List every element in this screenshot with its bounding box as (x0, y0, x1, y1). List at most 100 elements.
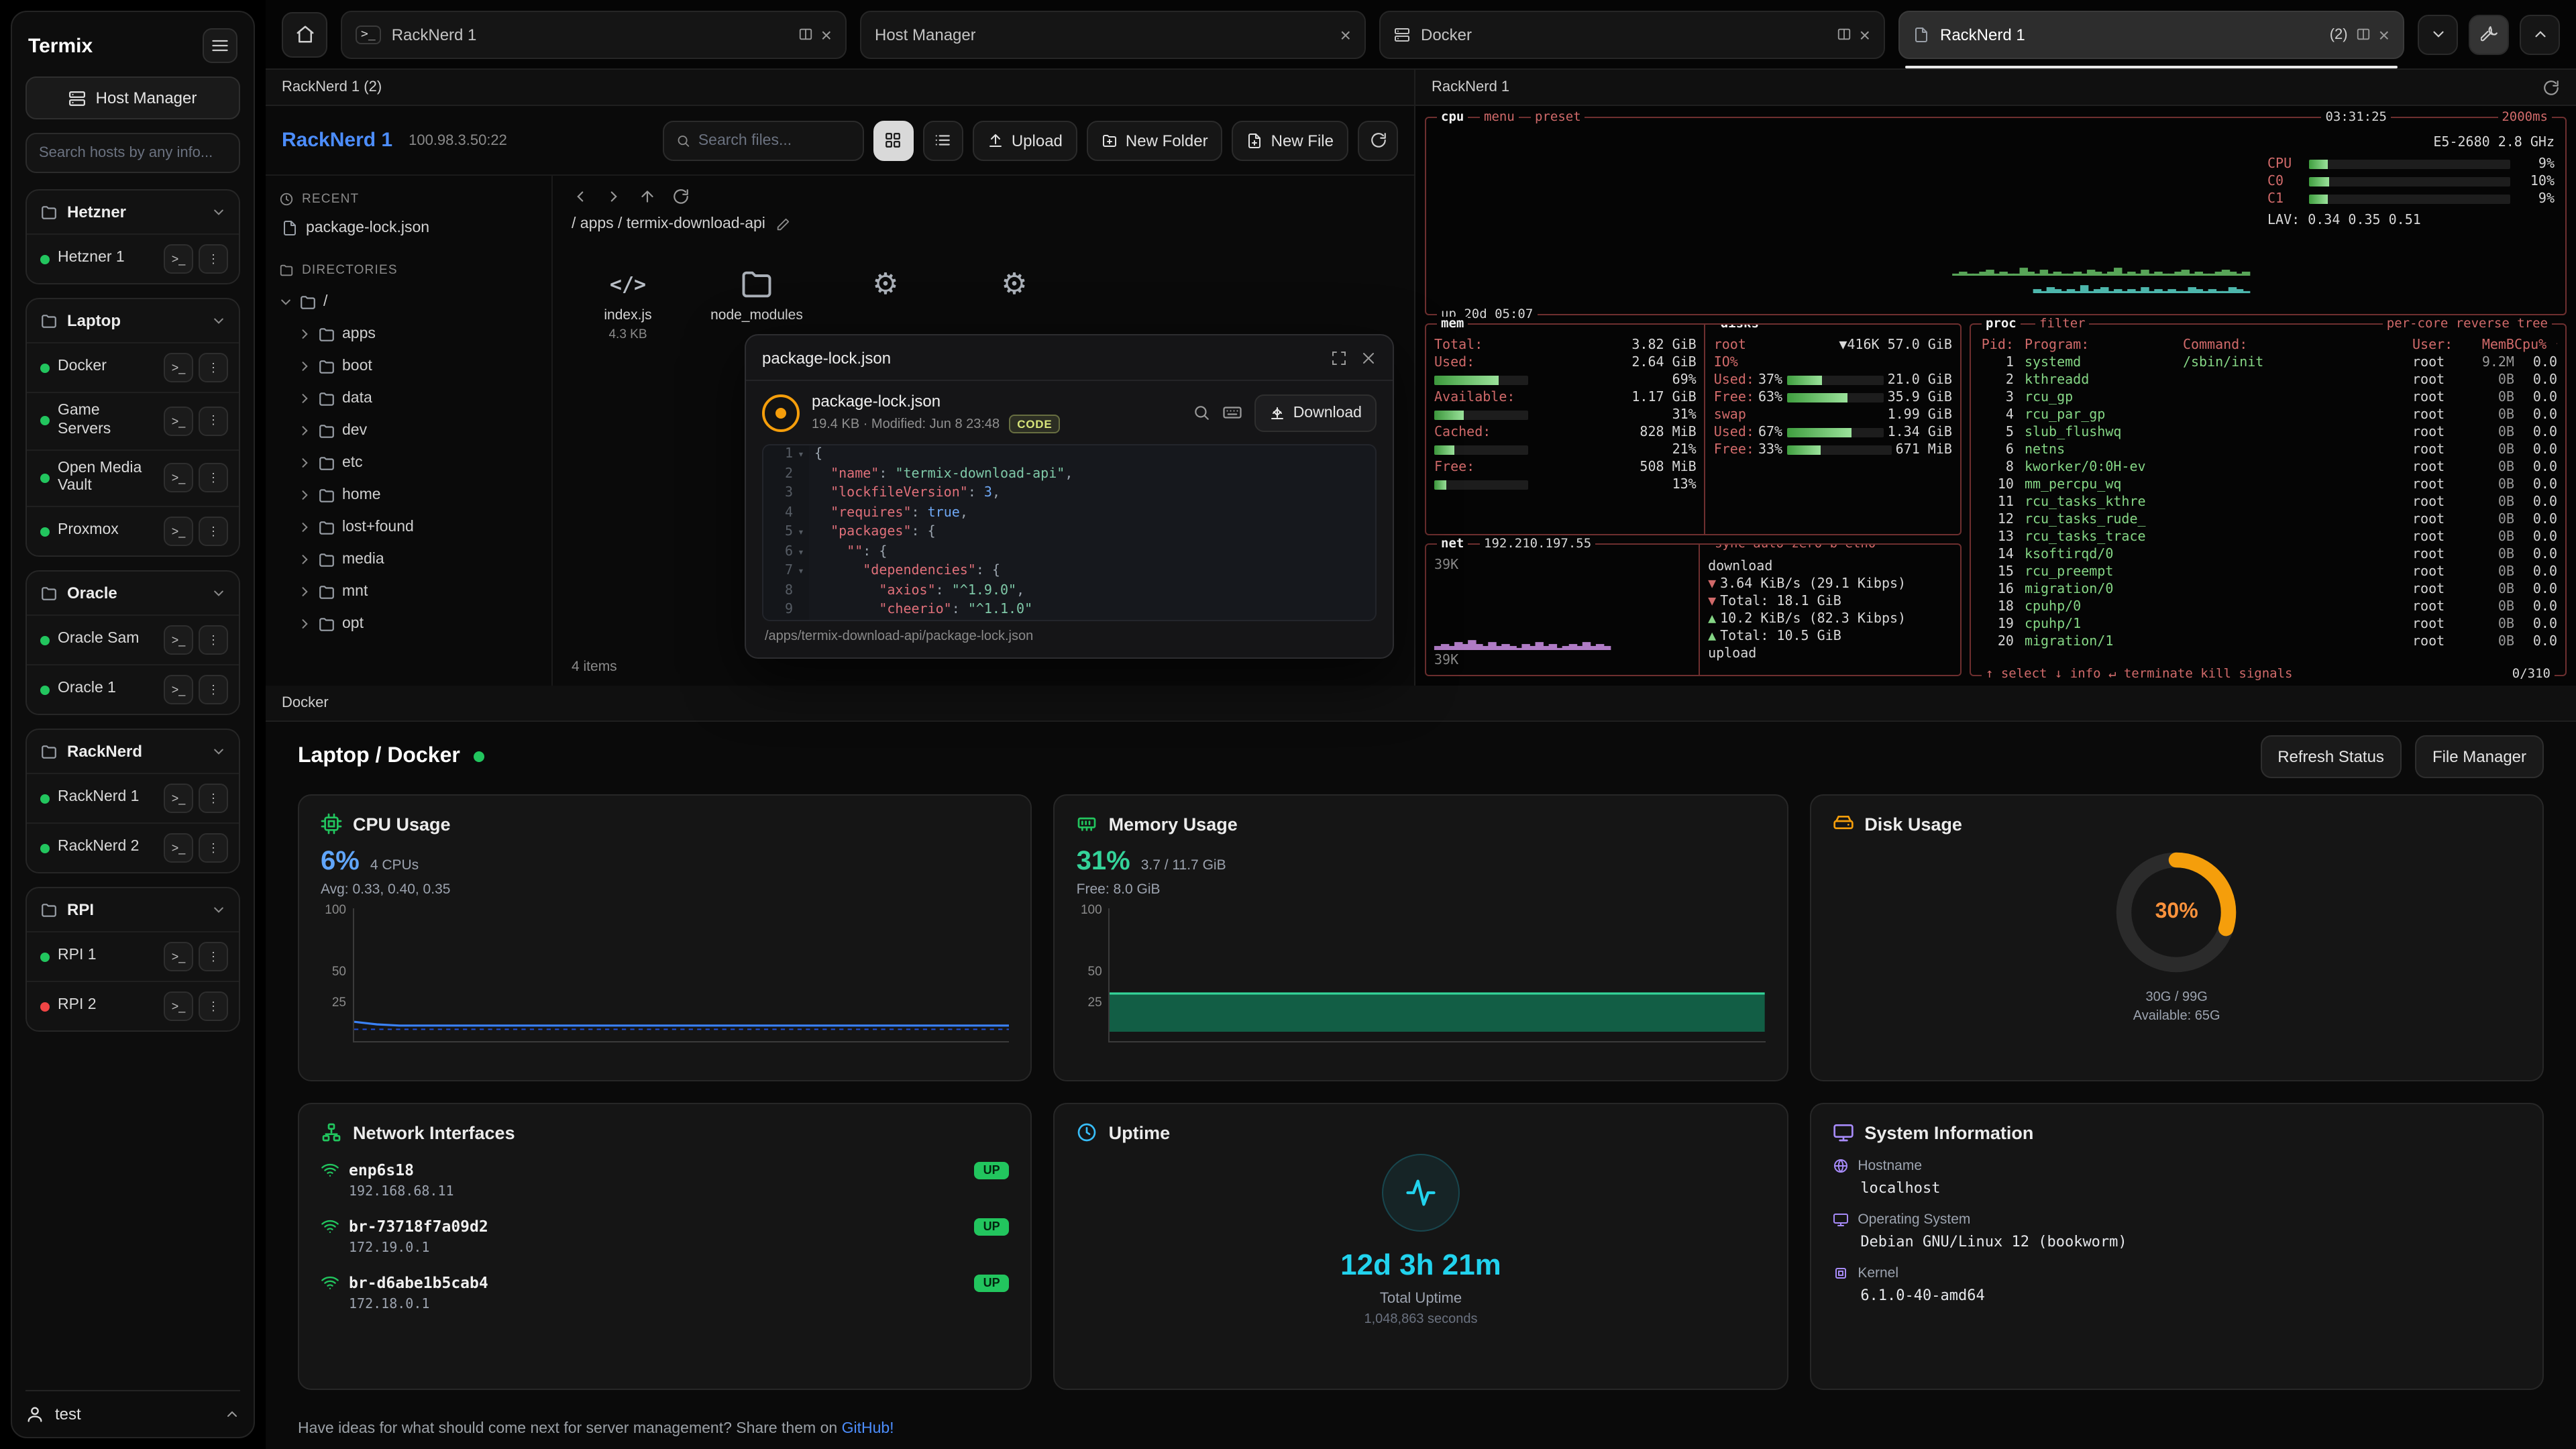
upload-button[interactable]: Upload (973, 120, 1077, 160)
host-menu-button[interactable]: ⋮ (199, 991, 228, 1021)
tab-scroll-up-button[interactable] (2520, 14, 2560, 54)
host-oracle-1[interactable]: Oracle 1>_⋮ (27, 664, 239, 714)
memory-free: Free: 8.0 GiB (1077, 881, 1766, 898)
grid-view-button[interactable] (873, 120, 914, 160)
close-tab-button[interactable]: × (2379, 25, 2390, 44)
group-header-rpi[interactable]: RPI (27, 888, 239, 931)
host-proxmox[interactable]: Proxmox>_⋮ (27, 506, 239, 555)
host-terminal-button[interactable]: >_ (164, 517, 193, 546)
host-rpi-2[interactable]: RPI 2>_⋮ (27, 981, 239, 1030)
host-menu-button[interactable]: ⋮ (199, 407, 228, 436)
search-in-file-button[interactable] (1193, 404, 1210, 421)
close-modal-button[interactable] (1360, 350, 1377, 366)
tab-host-manager-2[interactable]: Host Manager× (860, 10, 1366, 58)
edit-path-button[interactable] (776, 217, 791, 231)
wifi-icon (321, 1273, 339, 1292)
tree-dir-lost-found[interactable]: lost+found (279, 511, 538, 543)
host-oracle-sam[interactable]: Oracle Sam>_⋮ (27, 614, 239, 664)
host-racknerd-2[interactable]: RackNerd 2>_⋮ (27, 822, 239, 872)
tree-root[interactable]: / (279, 286, 538, 318)
file-tile-index-js[interactable]: </>index.js4.3 KB (566, 251, 690, 366)
tab-scroll-down-button[interactable] (2418, 14, 2458, 54)
host-menu-button[interactable]: ⋮ (199, 942, 228, 971)
home-button[interactable] (282, 11, 327, 57)
refresh-status-button[interactable]: Refresh Status (2260, 735, 2402, 778)
nav-refresh-button[interactable] (672, 188, 690, 205)
new-folder-button[interactable]: New Folder (1087, 120, 1223, 160)
sidebar-menu-button[interactable] (203, 28, 237, 63)
host-menu-button[interactable]: ⋮ (199, 464, 228, 493)
host-terminal-button[interactable]: >_ (164, 353, 193, 382)
tree-dir-media[interactable]: media (279, 543, 538, 576)
host-terminal-button[interactable]: >_ (164, 675, 193, 704)
tree-dir-dev[interactable]: dev (279, 415, 538, 447)
tab-racknerd-1-4[interactable]: RackNerd 1(2)× (1898, 10, 2404, 58)
code-line: 9 "cheerio": "^1.1.0" (763, 601, 1375, 621)
group-header-oracle[interactable]: Oracle (27, 572, 239, 614)
refresh-files-button[interactable] (1358, 120, 1398, 160)
host-name: RPI 1 (58, 948, 156, 967)
host-game-servers[interactable]: Game Servers>_⋮ (27, 392, 239, 449)
split-tab-button[interactable] (798, 27, 813, 42)
tree-dir-data[interactable]: data (279, 382, 538, 415)
open-editor-button[interactable] (1222, 402, 1242, 423)
host-terminal-button[interactable]: >_ (164, 625, 193, 655)
new-file-button[interactable]: New File (1232, 120, 1348, 160)
file-manager-button[interactable]: File Manager (2415, 735, 2544, 778)
host-terminal-button[interactable]: >_ (164, 407, 193, 436)
uptime-label: Total Uptime (1380, 1291, 1462, 1307)
host-menu-button[interactable]: ⋮ (199, 675, 228, 704)
host-terminal-button[interactable]: >_ (164, 991, 193, 1021)
tab-racknerd-1-1[interactable]: >_RackNerd 1× (341, 10, 847, 58)
host-racknerd-1[interactable]: RackNerd 1>_⋮ (27, 773, 239, 822)
recent-file-package-lock-json[interactable]: package-lock.json (279, 215, 538, 241)
cpu-graph: ▁▂▁▁▂▃▁▂▁▁▄▂▁▃▁▂▁▁▂▁▃▂▁▂▄▁▂▁▃▁▂▁▁▂▃▁▂▁▁▂… (1426, 118, 2257, 314)
host-open-media-vault[interactable]: Open Media Vault>_⋮ (27, 449, 239, 506)
user-menu[interactable]: test (25, 1390, 240, 1424)
nav-up-button[interactable] (639, 188, 656, 205)
tree-dir-opt[interactable]: opt (279, 608, 538, 640)
split-tab-button[interactable] (1837, 27, 1851, 42)
host-menu-button[interactable]: ⋮ (199, 353, 228, 382)
file-search-input[interactable] (663, 120, 864, 160)
host-menu-button[interactable]: ⋮ (199, 517, 228, 546)
tools-button[interactable] (2469, 14, 2509, 54)
tree-dir-boot[interactable]: boot (279, 350, 538, 382)
host-terminal-button[interactable]: >_ (164, 464, 193, 493)
host-terminal-button[interactable]: >_ (164, 784, 193, 813)
host-manager-button[interactable]: Host Manager (25, 76, 240, 119)
nav-forward-button[interactable] (605, 188, 623, 205)
tree-dir-etc[interactable]: etc (279, 447, 538, 479)
host-search-input[interactable] (25, 133, 240, 173)
list-view-button[interactable] (923, 120, 963, 160)
close-tab-button[interactable]: × (821, 25, 832, 44)
refresh-terminal-button[interactable] (2542, 78, 2560, 96)
split-tab-button[interactable] (2356, 27, 2371, 42)
host-terminal-button[interactable]: >_ (164, 833, 193, 863)
code-line: 6▾ "": { (763, 543, 1375, 562)
tree-dir-home[interactable]: home (279, 479, 538, 511)
close-tab-button[interactable]: × (1860, 25, 1870, 44)
expand-modal-button[interactable] (1331, 350, 1347, 366)
nav-back-button[interactable] (572, 188, 589, 205)
host-rpi-1[interactable]: RPI 1 >_⋮ (27, 931, 239, 981)
host-terminal-button[interactable]: >_ (164, 244, 193, 274)
group-header-laptop[interactable]: Laptop (27, 299, 239, 342)
github-link[interactable]: GitHub! (842, 1421, 894, 1437)
tree-dir-mnt[interactable]: mnt (279, 576, 538, 608)
group-header-hetzner[interactable]: Hetzner (27, 191, 239, 233)
host-menu-button[interactable]: ⋮ (199, 784, 228, 813)
host-hetzner-1[interactable]: Hetzner 1>_⋮ (27, 233, 239, 283)
host-menu-button[interactable]: ⋮ (199, 833, 228, 863)
host-menu-button[interactable]: ⋮ (199, 625, 228, 655)
tab-docker-3[interactable]: Docker× (1379, 10, 1885, 58)
download-button[interactable]: Download (1254, 394, 1377, 431)
terminal-panel[interactable]: RackNerd 1 cpu menu preset 03:31:25 2000… (1415, 70, 2576, 686)
group-header-racknerd[interactable]: RackNerd (27, 730, 239, 773)
host-terminal-button[interactable]: >_ (164, 942, 193, 971)
host-menu-button[interactable]: ⋮ (199, 244, 228, 274)
tree-dir-apps[interactable]: apps (279, 318, 538, 350)
host-docker[interactable]: Docker>_⋮ (27, 342, 239, 392)
close-tab-button[interactable]: × (1340, 25, 1351, 44)
card-title: CPU Usage (353, 814, 451, 834)
